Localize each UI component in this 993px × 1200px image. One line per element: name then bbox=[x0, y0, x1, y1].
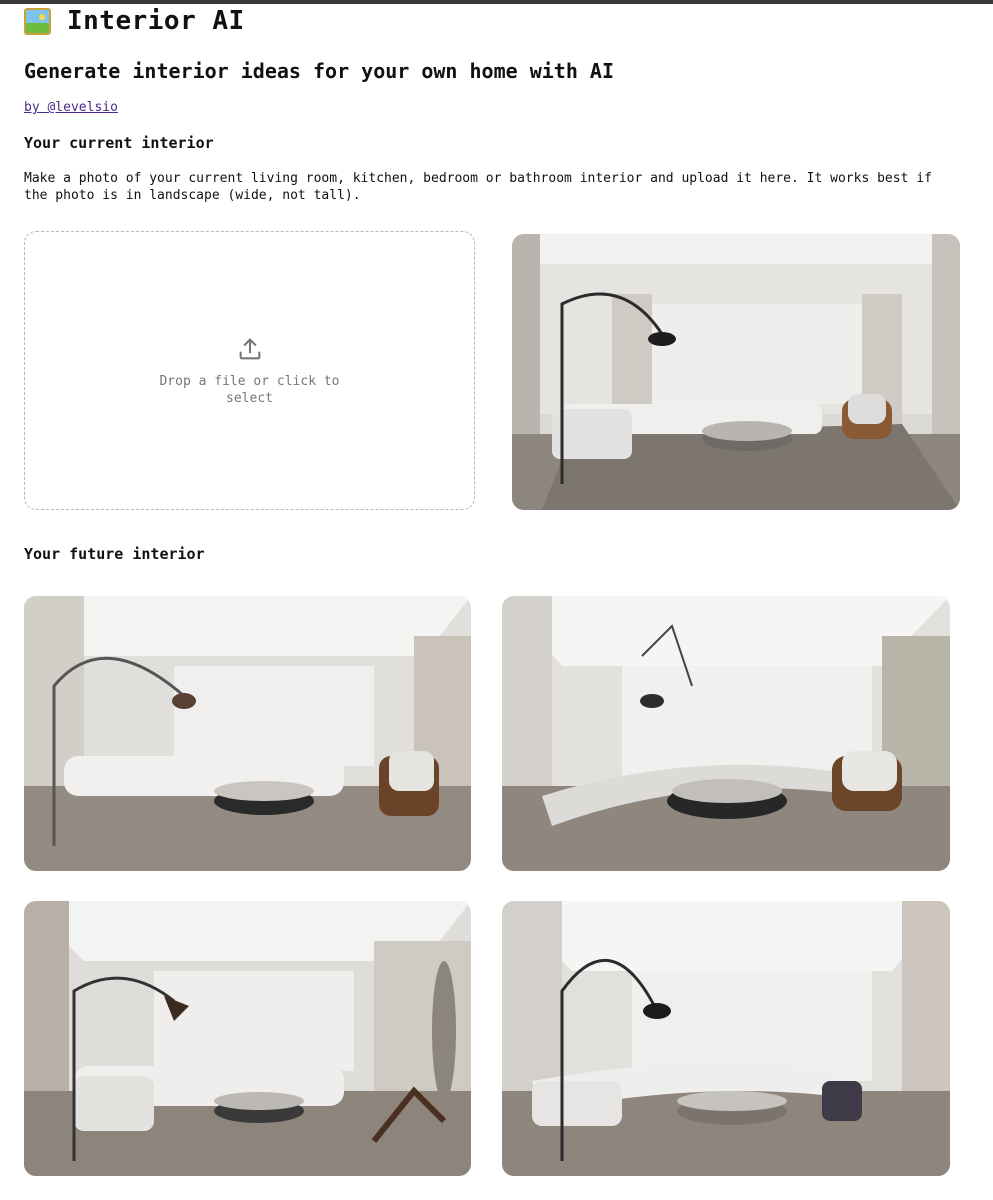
future-interior-heading: Your future interior bbox=[24, 545, 205, 563]
window-top-border bbox=[0, 0, 993, 4]
future-interior-photo-3[interactable] bbox=[24, 901, 471, 1176]
future-interior-photo-4[interactable] bbox=[502, 901, 950, 1176]
current-interior-heading: Your current interior bbox=[24, 134, 214, 152]
current-interior-photo bbox=[512, 234, 960, 510]
page-headline: Generate interior ideas for your own hom… bbox=[24, 59, 615, 83]
upload-icon bbox=[239, 338, 260, 359]
app-header: Interior AI bbox=[24, 6, 245, 36]
file-dropzone[interactable]: Drop a file or click to select bbox=[24, 231, 475, 510]
future-interior-photo-2[interactable] bbox=[502, 596, 950, 871]
future-interior-photo-1[interactable] bbox=[24, 596, 471, 871]
current-interior-description: Make a photo of your current living room… bbox=[24, 171, 932, 203]
dropzone-text: Drop a file or click to select bbox=[159, 373, 340, 406]
framed-picture-icon bbox=[24, 7, 51, 35]
author-link[interactable]: by @levelsio bbox=[24, 100, 118, 115]
app-title: Interior AI bbox=[67, 6, 245, 36]
